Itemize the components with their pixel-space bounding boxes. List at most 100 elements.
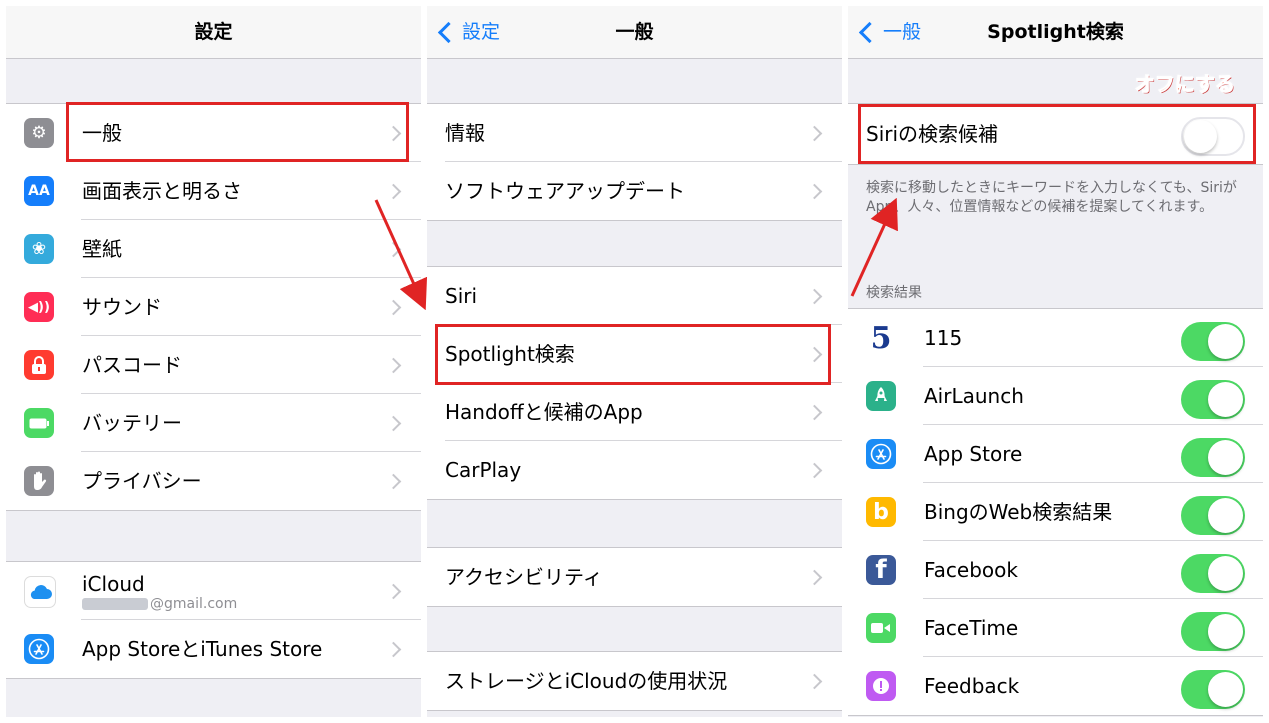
settings-item-label: サウンド bbox=[82, 295, 162, 319]
icloud-label: iCloud bbox=[82, 572, 145, 596]
chevron-right-icon bbox=[385, 583, 402, 600]
result-item-label: AirLaunch bbox=[924, 384, 1024, 408]
hand-icon bbox=[24, 466, 54, 496]
email-suffix: @gmail.com bbox=[150, 596, 238, 612]
search-results-group: 5 115 AirLaunch App Store b BingのWeb検索結果… bbox=[848, 308, 1263, 716]
chevron-right-icon bbox=[806, 673, 823, 690]
result-item-facetime: FaceTime bbox=[848, 599, 1263, 657]
spotlight-panel: 一般 Spotlight検索 オフにする Siriの検索候補 検索に移動したとき… bbox=[848, 6, 1263, 717]
settings-panel: 設定 ⚙ 一般 AA 画面表示と明るさ ❀ 壁紙 ◀)) サウンド パスコード bbox=[6, 6, 421, 717]
settings-item-wallpaper[interactable]: ❀ 壁紙 bbox=[6, 220, 421, 278]
settings-item-label: 画面表示と明るさ bbox=[82, 179, 242, 203]
gear-icon: ⚙ bbox=[24, 118, 54, 148]
general-group-siri: Siri Spotlight検索 Handoffと候補のApp CarPlay bbox=[427, 266, 842, 500]
result-toggle[interactable] bbox=[1181, 438, 1245, 477]
result-item-feedback: Feedback bbox=[848, 657, 1263, 715]
redacted-username bbox=[82, 598, 148, 610]
result-item-115: 5 115 bbox=[848, 309, 1263, 367]
result-item-bing: b BingのWeb検索結果 bbox=[848, 483, 1263, 541]
115-app-icon: 5 bbox=[866, 321, 896, 356]
general-item-storage[interactable]: ストレージとiCloudの使用状況 bbox=[427, 652, 842, 710]
toggle-knob bbox=[1208, 440, 1243, 475]
icloud-icon bbox=[24, 576, 56, 608]
result-toggle[interactable] bbox=[1181, 380, 1245, 419]
result-item-app-store: App Store bbox=[848, 425, 1263, 483]
settings-item-label: プライバシー bbox=[82, 469, 202, 493]
general-item-about[interactable]: 情報 bbox=[427, 104, 842, 162]
general-item-software-update[interactable]: ソフトウェアアップデート bbox=[427, 162, 842, 220]
settings-item-label: バッテリー bbox=[82, 411, 182, 435]
general-panel: 設定 一般 情報 ソフトウェアアップデート Siri Spotlight検索 H… bbox=[427, 6, 842, 717]
siri-suggestions-footer: 検索に移動したときにキーワードを入力しなくても、SiriがApp、人々、位置情報… bbox=[866, 180, 1237, 215]
rocket-icon bbox=[866, 381, 896, 411]
settings-item-general[interactable]: ⚙ 一般 bbox=[6, 104, 421, 162]
result-toggle[interactable] bbox=[1181, 554, 1245, 593]
result-item-label: App Store bbox=[924, 442, 1023, 466]
app-store-icon bbox=[866, 439, 896, 469]
chevron-right-icon bbox=[385, 241, 402, 258]
annotation-turn-off: オフにする bbox=[1134, 72, 1235, 97]
result-toggle[interactable] bbox=[1181, 612, 1245, 651]
general-group-accessibility: アクセシビリティ bbox=[427, 547, 842, 607]
settings-group-main: ⚙ 一般 AA 画面表示と明るさ ❀ 壁紙 ◀)) サウンド パスコード バッテ… bbox=[6, 103, 421, 511]
lock-icon bbox=[24, 350, 54, 380]
display-brightness-icon: AA bbox=[24, 176, 54, 206]
settings-item-privacy[interactable]: プライバシー bbox=[6, 452, 421, 510]
battery-icon bbox=[24, 408, 54, 438]
settings-item-passcode[interactable]: パスコード bbox=[6, 336, 421, 394]
settings-item-app-store[interactable]: App StoreとiTunes Store bbox=[6, 620, 421, 678]
toggle-knob bbox=[1208, 614, 1243, 649]
settings-item-sounds[interactable]: ◀)) サウンド bbox=[6, 278, 421, 336]
toggle-knob bbox=[1208, 556, 1243, 591]
result-item-label: BingのWeb検索結果 bbox=[924, 500, 1113, 524]
chevron-right-icon bbox=[385, 641, 402, 658]
page-title: 設定 bbox=[194, 21, 233, 43]
feedback-icon bbox=[866, 671, 896, 701]
chevron-right-icon bbox=[806, 288, 823, 305]
general-item-label: ソフトウェアアップデート bbox=[445, 179, 685, 203]
chevron-right-icon bbox=[385, 473, 402, 490]
search-results-header: 検索結果 bbox=[866, 285, 922, 301]
settings-item-display[interactable]: AA 画面表示と明るさ bbox=[6, 162, 421, 220]
settings-item-label: 壁紙 bbox=[82, 237, 122, 261]
settings-item-battery[interactable]: バッテリー bbox=[6, 394, 421, 452]
result-item-label: Facebook bbox=[924, 558, 1018, 582]
siri-suggestions-toggle[interactable] bbox=[1181, 117, 1245, 156]
chevron-right-icon bbox=[806, 346, 823, 363]
general-item-spotlight[interactable]: Spotlight検索 bbox=[427, 325, 842, 383]
siri-suggestions-group: Siriの検索候補 bbox=[848, 103, 1263, 165]
chevron-right-icon bbox=[385, 357, 402, 374]
nav-bar: 設定 一般 bbox=[427, 6, 842, 59]
general-item-handoff[interactable]: Handoffと候補のApp bbox=[427, 383, 842, 441]
settings-item-label: パスコード bbox=[82, 353, 182, 377]
result-toggle[interactable] bbox=[1181, 670, 1245, 709]
general-item-accessibility[interactable]: アクセシビリティ bbox=[427, 548, 842, 606]
page-title: 一般 bbox=[615, 21, 654, 43]
result-toggle[interactable] bbox=[1181, 496, 1245, 535]
result-item-facebook: f Facebook bbox=[848, 541, 1263, 599]
general-item-label: Handoffと候補のApp bbox=[445, 400, 643, 424]
chevron-right-icon bbox=[806, 183, 823, 200]
settings-group-accounts: iCloud @gmail.com App StoreとiTunes Store bbox=[6, 561, 421, 679]
page-title: Spotlight検索 bbox=[987, 21, 1124, 43]
chevron-right-icon bbox=[806, 462, 823, 479]
general-item-label: Siri bbox=[445, 284, 478, 308]
settings-item-icloud[interactable]: iCloud @gmail.com bbox=[6, 562, 421, 620]
speaker-icon: ◀)) bbox=[24, 292, 54, 322]
general-item-carplay[interactable]: CarPlay bbox=[427, 441, 842, 499]
chevron-right-icon bbox=[806, 404, 823, 421]
general-item-siri[interactable]: Siri bbox=[427, 267, 842, 325]
facebook-icon: f bbox=[866, 555, 896, 585]
nav-bar: 設定 bbox=[6, 6, 421, 59]
result-item-label: Feedback bbox=[924, 674, 1020, 698]
settings-item-label: App StoreとiTunes Store bbox=[82, 637, 323, 661]
general-group-info: 情報 ソフトウェアアップデート bbox=[427, 103, 842, 221]
result-toggle[interactable] bbox=[1181, 322, 1245, 361]
nav-bar: 一般 Spotlight検索 bbox=[848, 6, 1263, 59]
chevron-right-icon bbox=[385, 415, 402, 432]
chevron-right-icon bbox=[385, 299, 402, 316]
general-item-label: Spotlight検索 bbox=[445, 342, 575, 366]
wallpaper-flower-icon: ❀ bbox=[24, 234, 54, 264]
result-item-label: FaceTime bbox=[924, 616, 1019, 640]
chevron-right-icon bbox=[385, 125, 402, 142]
